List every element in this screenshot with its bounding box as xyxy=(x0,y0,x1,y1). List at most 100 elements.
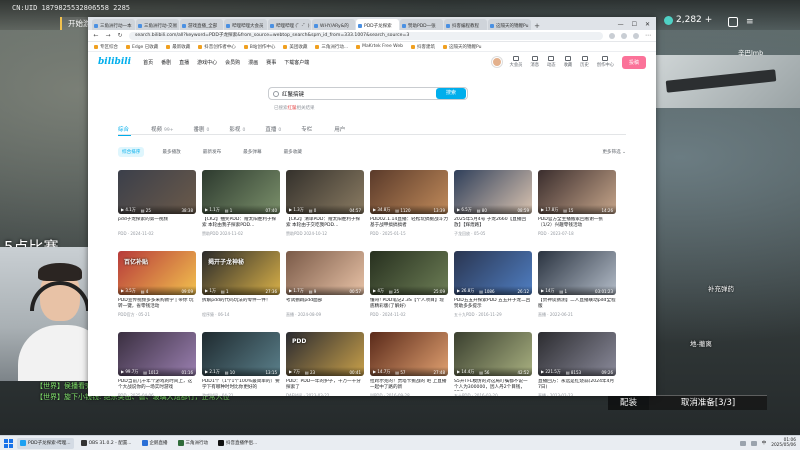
video-author-date[interactable]: PDD · 2023-07-18 xyxy=(538,231,616,236)
video-card[interactable]: ▶ 4.1万 ▤ 25 38:38 pdd子龙探索的第一视频 PDD · 2024-11… xyxy=(118,170,196,248)
video-author-date[interactable]: 赞助PDD 2024-11-02 xyxy=(202,231,280,237)
video-author-date[interactable]: PDD · 2024-11-02 xyxy=(118,231,196,236)
video-title[interactable]: S5开TFL模仿的对这局叮嘱都不说一个人为300000，因人丹2个目钱，PDD xyxy=(454,379,532,391)
video-thumbnail[interactable]: ▶ 1.1万 ▤ 1 07:40 xyxy=(202,170,280,214)
video-thumbnail[interactable]: ▶ 99.7万 ▤ 1012 01:16 xyxy=(118,332,196,376)
bookmark-item[interactable]: 最新收藏 xyxy=(166,44,190,50)
video-title[interactable]: PDD1个（1个1个100%最简单的）要学下有哪种时时比你更好的 xyxy=(202,379,280,391)
video-card[interactable]: ▶ 1.7万 ▤ 9 00:57 考试鹦鹉pdd面部直播 · 2024-08-09 xyxy=(286,251,364,329)
video-thumbnail[interactable]: 揭开子龙神秘 ▶ 1万 ▤ 1 27:36 xyxy=(202,251,280,295)
video-title[interactable]: PDD官方全主播搬家回看谢一张（1/2）兴趣零钱活动 xyxy=(538,217,616,229)
video-thumbnail[interactable]: ▶ 1.7万 ▤ 9 00:57 xyxy=(286,251,364,295)
more-icon[interactable]: ⋯ xyxy=(645,32,651,39)
video-title[interactable]: 懂哥! PDD笔记2.3S【个人项目】现底精彩版(了解好) xyxy=(370,298,448,310)
video-card[interactable]: ▶ 1.1万 ▤ 1 07:40 【CK2】抽奖PDD：赠太阳胜利子探索 本轮由我子探… xyxy=(202,170,280,248)
back-icon[interactable]: ← xyxy=(93,32,99,39)
avatar[interactable] xyxy=(491,57,502,67)
video-card[interactable]: ▶ 4万 ▤ 25 25:09 懂哥! PDD笔记2.3S【个人项目】现底精彩版(了解… xyxy=(370,251,448,329)
bookmark-item[interactable]: B站创作中心 xyxy=(243,44,275,50)
video-author-date[interactable]: PDD · 2025-01-15 xyxy=(370,231,448,236)
video-card[interactable]: ▶ 6.5万 ▤ 80 08:59 2025年5月4号 子龙2660【直播回放】【辉煌… xyxy=(454,170,532,248)
minimize-icon[interactable]: — xyxy=(618,21,624,28)
video-title[interactable]: 【CK2】清单PDD：赠太阳胜利子探索 本轮由于交吃我PDD... xyxy=(286,217,364,229)
loadout-button[interactable]: 配装 xyxy=(608,395,650,410)
video-card[interactable]: ▶ 26.8万 ▤ 1086 26:12 PDD五五开探索PDD 五五开子龙二回 赞助… xyxy=(454,251,532,329)
video-author-date[interactable]: 五十PDD · 2016-03-20 xyxy=(454,393,532,396)
windows-start-icon[interactable] xyxy=(4,438,13,448)
taskbar-item-penguin[interactable]: 企鹅直播 xyxy=(139,438,171,449)
video-author-date[interactable]: PDD官方 · 05-21 xyxy=(118,312,196,318)
address-bar[interactable]: search.bilibili.com/all?keyword=PDD子龙探索&… xyxy=(129,31,603,40)
bilibili-logo[interactable]: bilibili xyxy=(98,57,131,67)
input-language[interactable]: 中 xyxy=(762,440,767,446)
maximize-icon[interactable]: ☐ xyxy=(632,21,637,28)
video-title[interactable]: PDD当前几十年个游戏的时间上，这个大战说你的一场实时游戏 xyxy=(118,379,196,391)
taskbar-item-obs[interactable]: OBS 31.0.2 - 配置... xyxy=(78,438,135,449)
more-filters-button[interactable]: 更多筛选 ⌄ xyxy=(602,149,626,155)
video-thumbnail[interactable]: ▶ 14.7万 ▤ 57 27:48 xyxy=(370,332,448,376)
bookmark-item[interactable]: 抖客建筑 xyxy=(410,44,435,50)
video-title[interactable]: PDD：PDD一年的护子，十万一十分探索了 xyxy=(286,379,364,391)
new-tab-icon[interactable]: + xyxy=(532,22,542,30)
video-thumbnail[interactable]: ▶ 26.8万 ▤ 1086 26:12 xyxy=(454,251,532,295)
video-thumbnail[interactable]: ▶ 34.8万 ▤ 1120 13:39 xyxy=(370,170,448,214)
nav-anime[interactable]: 番剧 xyxy=(161,59,171,66)
search-input[interactable] xyxy=(282,90,455,97)
video-title[interactable]: pdd子龙探索的第一视频 xyxy=(118,217,196,229)
browser-tab[interactable]: WHY/ARy&的 xyxy=(312,19,355,30)
header-favorites[interactable]: 收藏 xyxy=(564,56,572,68)
video-card[interactable]: ▶ 17.8万 ▤ 15 14:26 PDD官方全主播搬家回看谢一张（1/2）兴趣零钱… xyxy=(538,170,616,248)
video-thumbnail[interactable]: ▶ 4万 ▤ 25 25:09 xyxy=(370,251,448,295)
video-thumbnail[interactable]: 百亿补贴 ▶ 3.5万 ▤ 4 09:09 xyxy=(118,251,196,295)
close-icon[interactable]: ✕ xyxy=(645,21,650,28)
bookmark-item[interactable]: 三角洲行动... xyxy=(315,44,348,50)
menu-icon[interactable]: ≡ xyxy=(746,17,754,27)
video-author-date[interactable]: 赞助PDD 2024-10-12 xyxy=(286,231,364,237)
nav-download-client[interactable]: 下载客户端 xyxy=(284,59,309,66)
favorites-icon[interactable] xyxy=(621,32,627,39)
tab-video[interactable]: 视频 99+ xyxy=(151,125,174,133)
browser-tab[interactable]: 哔哩哔哩 (゜-゜) xyxy=(268,19,311,30)
video-card[interactable]: ▶ 14.7万 ▤ 57 27:48 拉跨尔克的！贾塔卡挑战的 吧 上直播一起中了路的… xyxy=(370,332,448,396)
volume-icon[interactable] xyxy=(750,440,757,446)
header-dynamics[interactable]: 动态 xyxy=(547,56,556,68)
header-messages[interactable]: 消息 xyxy=(530,56,539,68)
video-author-date[interactable]: 游戏时间 · 04-21 xyxy=(202,393,280,396)
video-thumbnail[interactable]: ▶ 14万 ▤ 1 03:01:23 xyxy=(538,251,616,295)
sort-newest[interactable]: 最新发布 xyxy=(199,147,225,157)
tab-film[interactable]: 影视 0 xyxy=(229,125,245,133)
bookmark-item[interactable]: 抖音创作者中心 xyxy=(198,44,236,50)
video-thumbnail[interactable]: ▶ 6.5万 ▤ 80 08:59 xyxy=(454,170,532,214)
video-card[interactable]: ▶ 14万 ▤ 1 03:01:23 【赞神谈猜测】二人直播联动pdd全程版 直播 · … xyxy=(538,251,616,329)
video-card[interactable]: ▶ 99.7万 ▤ 1012 01:16 PDD当前几十年个游戏的时间上，这个大战说你… xyxy=(118,332,196,396)
browser-tab-active[interactable]: PDD子龙探索 xyxy=(356,19,399,30)
video-author-date[interactable]: 直播 · 2024-08-09 xyxy=(286,312,364,318)
video-author-date[interactable]: PDD · 2025-04-06 xyxy=(118,393,196,396)
profile-icon[interactable] xyxy=(633,32,639,39)
video-title[interactable]: 考试鹦鹉pdd面部 xyxy=(286,298,364,310)
bookmark-item[interactable]: 美团收藏 xyxy=(283,44,307,50)
browser-tab[interactable]: 这隔天的锦鲤Pu xyxy=(488,19,531,30)
taskbar-item-browser[interactable]: PDD子龙探索-哔哩... xyxy=(17,437,74,449)
video-author-date[interactable]: 叫PDD · 2016-09-28 xyxy=(370,393,448,396)
video-card[interactable]: PDD ▶ 7万 ▤ 23 00:41 PDD：PDD一年的护子，十万一十分探索了 DA… xyxy=(286,332,364,396)
bookmark-item[interactable]: Edge 已收藏 xyxy=(126,44,158,50)
header-history[interactable]: 历史 xyxy=(580,56,589,68)
browser-tab[interactable]: 三角洲行动-交易 xyxy=(136,19,179,30)
browser-tab[interactable]: 抖客编程教程 xyxy=(444,19,487,30)
video-thumbnail[interactable]: PDD ▶ 7万 ▤ 23 00:41 xyxy=(286,332,364,376)
video-card[interactable]: ▶ 34.8万 ▤ 1120 13:39 PDD02.1.14直播：轻松玩搞掘战斗力 … xyxy=(370,170,448,248)
tab-live[interactable]: 直播 0 xyxy=(265,125,281,133)
video-title[interactable]: PDD02.1.14直播：轻松玩搞掘战斗力 基于战甲搞搞搞者 xyxy=(370,217,448,229)
video-author-date[interactable]: 程序猿 · 06-14 xyxy=(202,312,280,318)
extension-icon[interactable] xyxy=(609,32,615,39)
sort-most-played[interactable]: 最多播放 xyxy=(158,147,184,157)
video-title[interactable]: 【赞神谈猜测】二人直播联动pdd全程版 xyxy=(538,298,616,310)
browser-tab[interactable]: 游戏直播_全部 xyxy=(180,19,223,30)
browser-tab[interactable]: 三角洲行动一本 xyxy=(92,19,135,30)
video-author-date[interactable]: PDD · 2024-11-02 xyxy=(370,312,448,317)
tab-user[interactable]: 用户 xyxy=(334,125,347,133)
video-thumbnail[interactable]: ▶ 1.3万 ▤ 0 04:57 xyxy=(286,170,364,214)
tab-all[interactable]: 综合 xyxy=(118,125,132,136)
video-card[interactable]: 百亿补贴 ▶ 3.5万 ▤ 4 09:09 PDD宣传视频多多采购教学 | 带你 玩转一… xyxy=(118,251,196,329)
